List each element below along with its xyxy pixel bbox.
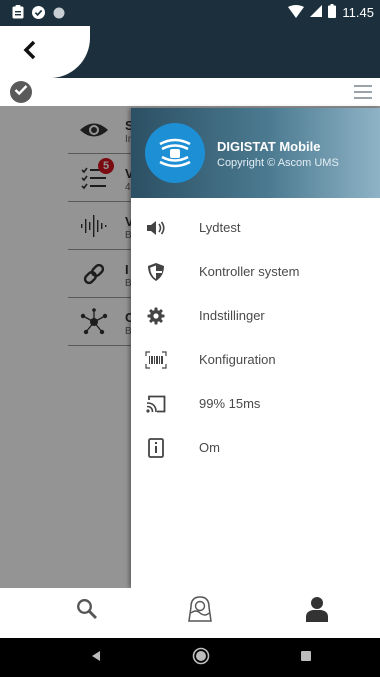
dot-icon [53, 6, 65, 24]
menu-item-label: Om [199, 440, 220, 455]
patient-icon [187, 595, 213, 628]
status-time: 11.45 [342, 5, 374, 20]
menu-item-lydtest[interactable]: Lydtest [131, 206, 380, 250]
menu-item-om[interactable]: Om [131, 426, 380, 470]
user-button[interactable] [302, 596, 332, 626]
app-logo [145, 123, 205, 183]
menu-item-label: Kontroller system [199, 264, 300, 279]
app-copyright: Copyright © Ascom UMS [217, 157, 339, 169]
menu-item-label: Indstillinger [199, 308, 265, 323]
navigation-drawer: DIGISTAT Mobile Copyright © Ascom UMS Ly… [131, 108, 380, 588]
shield-icon [145, 261, 167, 283]
check-icon [14, 83, 28, 101]
speaker-icon [145, 217, 167, 239]
home-circle-icon [192, 647, 210, 670]
info-icon [145, 437, 167, 459]
menu-item-konfiguration[interactable]: Konfiguration [131, 338, 380, 382]
check-circle-icon [32, 5, 45, 24]
patient-button[interactable] [185, 595, 215, 628]
cast-icon [145, 393, 167, 415]
menu-icon-line [354, 97, 372, 99]
connection-status-button[interactable] [10, 81, 32, 103]
signal-icon [310, 5, 323, 20]
gear-icon [145, 305, 167, 327]
wifi-icon [288, 4, 305, 21]
menu-item-label: Konfiguration [199, 352, 276, 367]
battery-icon [328, 4, 337, 21]
chevron-left-icon [23, 40, 37, 65]
menu-button[interactable] [354, 85, 372, 99]
system-home-button[interactable] [191, 647, 211, 670]
menu-item-kontroller-system[interactable]: Kontroller system [131, 250, 380, 294]
drawer-header: DIGISTAT Mobile Copyright © Ascom UMS [131, 108, 380, 198]
menu-icon-line [354, 91, 372, 93]
menu-item-indstillinger[interactable]: Indstillinger [131, 294, 380, 338]
recents-square-icon [300, 649, 312, 667]
menu-icon-line [354, 85, 372, 87]
menu-item-label: Lydtest [199, 220, 241, 235]
bottom-navigation [0, 588, 380, 638]
user-icon [305, 596, 329, 627]
system-back-button[interactable] [86, 649, 106, 667]
clipboard-icon [12, 5, 24, 24]
menu-item-label: 99% 15ms [199, 396, 261, 411]
search-icon [76, 598, 98, 625]
status-bar: 11.45 [0, 0, 380, 26]
system-recents-button[interactable] [296, 649, 316, 667]
back-button[interactable] [16, 38, 44, 66]
app-name: DIGISTAT Mobile [217, 139, 321, 154]
search-button[interactable] [72, 596, 102, 626]
triangle-back-icon [91, 649, 101, 667]
menu-item-connection-quality[interactable]: 99% 15ms [131, 382, 380, 426]
top-bar [0, 78, 380, 106]
system-navigation-bar [0, 638, 380, 677]
barcode-icon [145, 349, 167, 371]
